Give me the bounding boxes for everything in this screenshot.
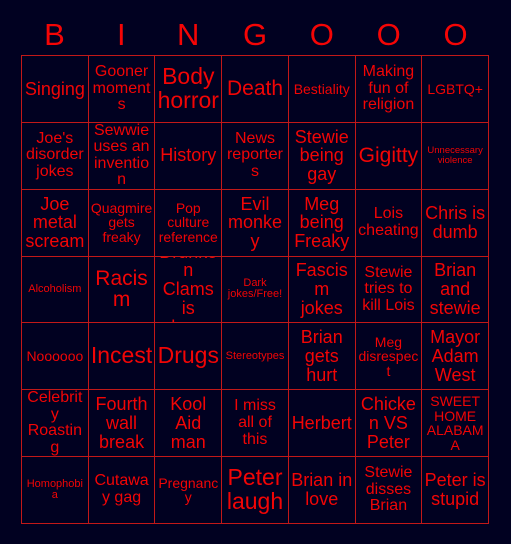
bingo-cell[interactable]: Bestiality <box>288 56 356 123</box>
bingo-header-letter: O <box>443 17 468 52</box>
bingo-cell[interactable]: Meg disrespect <box>355 323 423 391</box>
bingo-cell[interactable]: Making fun of religion <box>355 56 423 123</box>
bingo-cell[interactable]: Chicken VS Peter <box>355 390 423 458</box>
bingo-cell[interactable]: Peter laugh <box>222 457 289 524</box>
bingo-cell[interactable]: Racism <box>88 256 156 324</box>
bingo-cell[interactable]: Gooner moments <box>88 56 156 123</box>
bingo-cell[interactable]: Fascism jokes <box>288 256 356 324</box>
bingo-cell[interactable]: Gigitty <box>355 122 423 190</box>
bingo-header-letter: O <box>376 17 401 52</box>
bingo-cell[interactable]: Quagmire gets freaky <box>88 189 156 257</box>
bingo-cell[interactable]: Stewie being gay <box>288 122 356 190</box>
bingo-card: B I N G O O O Singing Gooner moments Body horror… <box>0 0 511 544</box>
bingo-cell[interactable]: Body horror <box>155 56 223 123</box>
bingo-cell[interactable]: Unnecessary violence <box>422 122 489 190</box>
bingo-cell[interactable]: Brian in love <box>288 457 356 524</box>
bingo-header: BINGOOO <box>21 14 489 55</box>
bingo-header-letter: N <box>176 17 200 52</box>
bingo-cell[interactable]: Dark jokes/Free! <box>222 256 289 324</box>
bingo-cell[interactable]: Celebrity Roasting <box>22 390 89 458</box>
bingo-cell[interactable]: I miss all of this <box>222 390 289 458</box>
bingo-cell[interactable]: History <box>155 122 223 190</box>
bingo-cell[interactable]: Kool Aid man <box>155 390 223 458</box>
bingo-header-letter: O <box>309 17 334 52</box>
bingo-cell[interactable]: Sewwie uses an invention <box>88 122 156 190</box>
bingo-cell[interactable]: Drugs <box>155 323 223 391</box>
bingo-cell[interactable]: Peter is stupid <box>422 457 489 524</box>
bingo-cell[interactable]: Fourth wall break <box>88 390 156 458</box>
bingo-cell[interactable]: Joe's disorder jokes <box>22 122 89 190</box>
bingo-cell[interactable]: Pregnancy <box>155 457 223 524</box>
bingo-cell[interactable]: Stewie disses Brian <box>355 457 423 524</box>
bingo-cell[interactable]: Homophobia <box>22 457 89 524</box>
bingo-grid: Singing Gooner moments Body horror Death Bes… <box>21 55 489 524</box>
bingo-cell[interactable]: Cutaway gag <box>88 457 156 524</box>
bingo-cell[interactable]: Lois cheating <box>355 189 423 257</box>
bingo-cell[interactable]: Stewie tries to kill Lois <box>355 256 423 324</box>
bingo-header-letter: B <box>44 17 65 52</box>
bingo-cell[interactable]: Mayor Adam West <box>422 323 489 391</box>
bingo-cell[interactable]: Herbert <box>288 390 356 458</box>
bingo-cell[interactable]: Death <box>222 56 289 123</box>
bingo-header-letter: G <box>242 17 268 52</box>
bingo-cell[interactable]: Alcoholism <box>22 256 89 324</box>
bingo-cell[interactable]: Pop culture reference <box>155 189 223 257</box>
bingo-cell[interactable]: Evil monkey <box>222 189 289 257</box>
bingo-cell[interactable]: News reporters <box>222 122 289 190</box>
bingo-cell[interactable]: Brian and stewie <box>422 256 489 324</box>
bingo-cell[interactable]: Joe metal scream <box>22 189 89 257</box>
bingo-cell[interactable]: Drunken Clams is shown <box>155 256 223 324</box>
bingo-cell[interactable]: Meg being Freaky <box>288 189 356 257</box>
bingo-cell[interactable]: SWEET HOME ALABAMA <box>422 390 489 458</box>
bingo-cell[interactable]: Stereotypes <box>222 323 289 391</box>
bingo-cell[interactable]: Incest <box>88 323 156 391</box>
bingo-cell[interactable]: Brian gets hurt <box>288 323 356 391</box>
bingo-cell[interactable]: Chris is dumb <box>422 189 489 257</box>
bingo-header-letter: I <box>116 17 126 52</box>
bingo-cell[interactable]: LGBTQ+ <box>422 56 489 123</box>
bingo-cell[interactable]: Singing <box>22 56 89 123</box>
bingo-cell[interactable]: Noooooo <box>22 323 89 391</box>
